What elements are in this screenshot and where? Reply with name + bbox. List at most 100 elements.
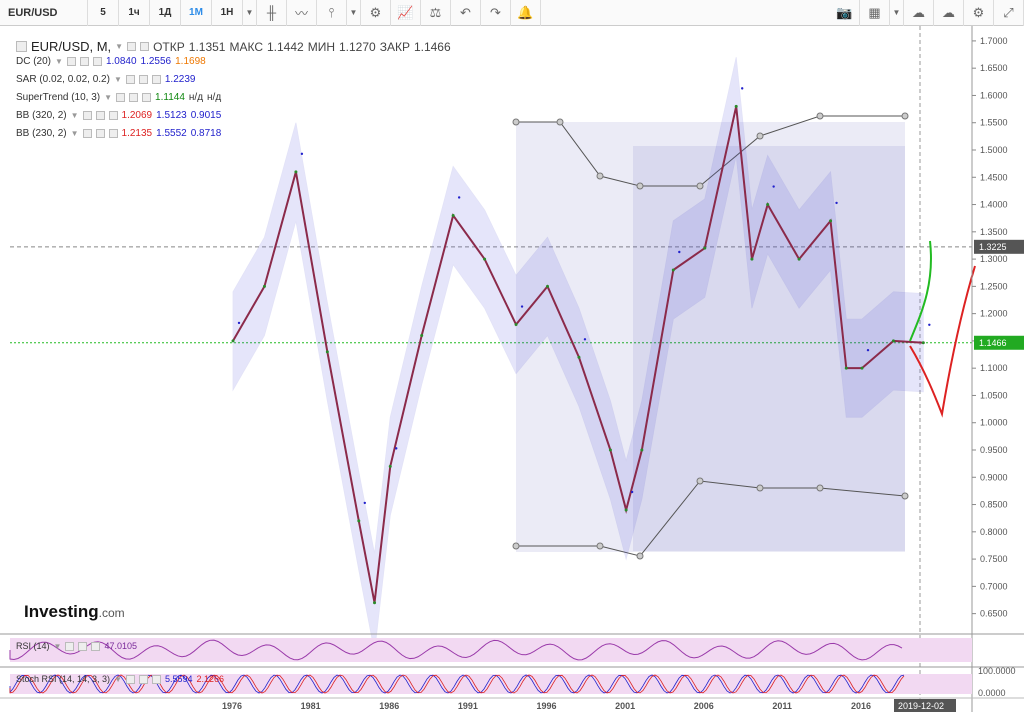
sar-dot (363, 501, 366, 505)
timeframe-1h[interactable]: 1ч (119, 0, 150, 26)
camera-icon[interactable]: 📷 (830, 0, 860, 26)
candlestick-icon[interactable]: ╫ (257, 0, 287, 26)
price-point (357, 519, 361, 523)
price-tick-label: 1.0500 (980, 390, 1008, 400)
logo-suffix: .com (98, 606, 125, 620)
price-tick-label: 1.5500 (980, 118, 1008, 128)
timeframe-1w[interactable]: 1Н (212, 0, 243, 26)
settings-icon[interactable] (138, 674, 148, 684)
eye-icon[interactable] (125, 674, 135, 684)
price-tick-label: 1.2000 (980, 309, 1008, 319)
eye-icon[interactable] (125, 75, 135, 84)
price-tick-label: 1.4500 (980, 172, 1008, 182)
close-icon[interactable] (91, 641, 101, 651)
timeframe-1d[interactable]: 1Д (150, 0, 181, 26)
close-icon[interactable] (142, 93, 152, 102)
bb-marker (901, 112, 909, 120)
close-icon[interactable] (151, 674, 161, 684)
high-label: МАКС (229, 39, 263, 54)
price-point (750, 257, 754, 261)
bb-marker (756, 484, 764, 492)
indicator-name: SuperTrend (10, 3) (16, 92, 101, 103)
settings-icon[interactable] (95, 129, 105, 138)
price-tick-label: 0.7000 (980, 581, 1008, 591)
undo-icon[interactable]: ↶ (451, 0, 481, 26)
time-tick-label: 1981 (301, 701, 321, 711)
indicator-value: 1.5123 (156, 110, 187, 121)
cloud-download-icon[interactable]: ☁ (904, 0, 934, 26)
reference-price-label: 1.3225 (979, 242, 1007, 252)
line-chart-icon[interactable]: 〰 (287, 0, 317, 26)
close-icon[interactable] (92, 57, 102, 66)
price-point (703, 246, 707, 250)
sar-dot (237, 321, 241, 325)
indicators-icon[interactable]: 📈 (391, 0, 421, 26)
price-point (546, 284, 549, 288)
chevron-down-icon[interactable]: ▼ (104, 93, 112, 102)
timeframe-1m[interactable]: 1М (181, 0, 212, 26)
collapse-icon[interactable] (16, 41, 27, 52)
settings-icon[interactable] (140, 42, 150, 51)
legend-title: EUR/USD, M, (31, 39, 112, 54)
price-point (844, 366, 848, 370)
price-point (921, 341, 925, 345)
indicator-legend-row: BB (320, 2) ▼ 1.2069 1.5123 0.9015 (16, 110, 221, 121)
timeframe-dropdown-icon[interactable]: ▼ (243, 0, 257, 26)
settings-icon[interactable] (95, 111, 105, 120)
cloud-upload-icon[interactable]: ☁ (934, 0, 964, 26)
settings-icon[interactable] (138, 75, 148, 84)
chevron-down-icon[interactable]: ▼ (55, 57, 63, 66)
fullscreen-icon[interactable]: ⤢ (994, 0, 1024, 26)
settings-icon[interactable] (79, 57, 89, 66)
indicator-value: 1.2239 (164, 74, 196, 85)
eye-icon[interactable] (116, 93, 126, 102)
price-point (624, 508, 628, 512)
bb-marker (756, 132, 764, 140)
bar-chart-icon[interactable]: ⫯ (317, 0, 347, 26)
open-value: 1.1351 (188, 39, 226, 54)
price-tick-label: 1.2500 (980, 281, 1008, 291)
chart-area[interactable]: 1.7000 1.6500 1.6000 1.5500 1.5000 1.4500 1.40… (0, 26, 1024, 712)
chart-type-dropdown-icon[interactable]: ▼ (347, 0, 361, 26)
price-point (829, 219, 833, 223)
sar-dot (678, 250, 681, 254)
close-icon[interactable] (108, 111, 118, 120)
price-tick-label: 1.0000 (980, 418, 1008, 428)
chevron-down-icon[interactable]: ▼ (114, 675, 122, 684)
legend-header: EUR/USD, M, ▼ ОТКР 1.1351 МАКС 1.1442 МИН 1… (16, 39, 451, 54)
eye-icon[interactable] (82, 129, 92, 138)
chevron-down-icon[interactable]: ▼ (71, 111, 79, 120)
price-tick-label: 1.6000 (980, 90, 1008, 100)
price-tick-label: 1.3000 (980, 254, 1008, 264)
price-tick-label: 1.4000 (980, 200, 1008, 210)
indicator-legend-row: SAR (0.02, 0.02, 0.2) ▼ 1.2239 (16, 74, 195, 85)
timeframe-5[interactable]: 5 (88, 0, 119, 26)
alert-icon[interactable]: 🔔 (511, 0, 541, 26)
gear-icon[interactable]: ⚙ (361, 0, 391, 26)
layout-icon[interactable]: ▦ (860, 0, 890, 26)
chevron-down-icon[interactable]: ▼ (54, 642, 62, 651)
indicator-value: 1.1698 (175, 56, 206, 67)
indicator-name: DC (20) (16, 56, 52, 67)
bb-marker (816, 484, 824, 492)
settings-icon[interactable] (129, 93, 139, 102)
eye-icon[interactable] (127, 42, 137, 51)
close-icon[interactable] (108, 129, 118, 138)
chevron-down-icon[interactable]: ▼ (71, 129, 79, 138)
close-icon[interactable] (151, 75, 161, 84)
sar-dot (741, 87, 744, 90)
settings-icon[interactable]: ⚙ (964, 0, 994, 26)
layout-dropdown-icon[interactable]: ▼ (890, 0, 904, 26)
logo-brand: Investing (24, 602, 99, 621)
symbol-selector[interactable]: EUR/USD (0, 0, 88, 26)
eye-icon[interactable] (65, 641, 75, 651)
chevron-down-icon[interactable]: ▼ (114, 75, 122, 84)
eye-icon[interactable] (82, 111, 92, 120)
redo-icon[interactable]: ↷ (481, 0, 511, 26)
indicator-value: н/д (188, 92, 204, 103)
compare-icon[interactable]: ⚖ (421, 0, 451, 26)
eye-icon[interactable] (66, 57, 76, 66)
settings-icon[interactable] (78, 641, 88, 651)
indicator-value: 0.8718 (190, 128, 222, 139)
chevron-down-icon[interactable]: ▼ (115, 42, 123, 51)
